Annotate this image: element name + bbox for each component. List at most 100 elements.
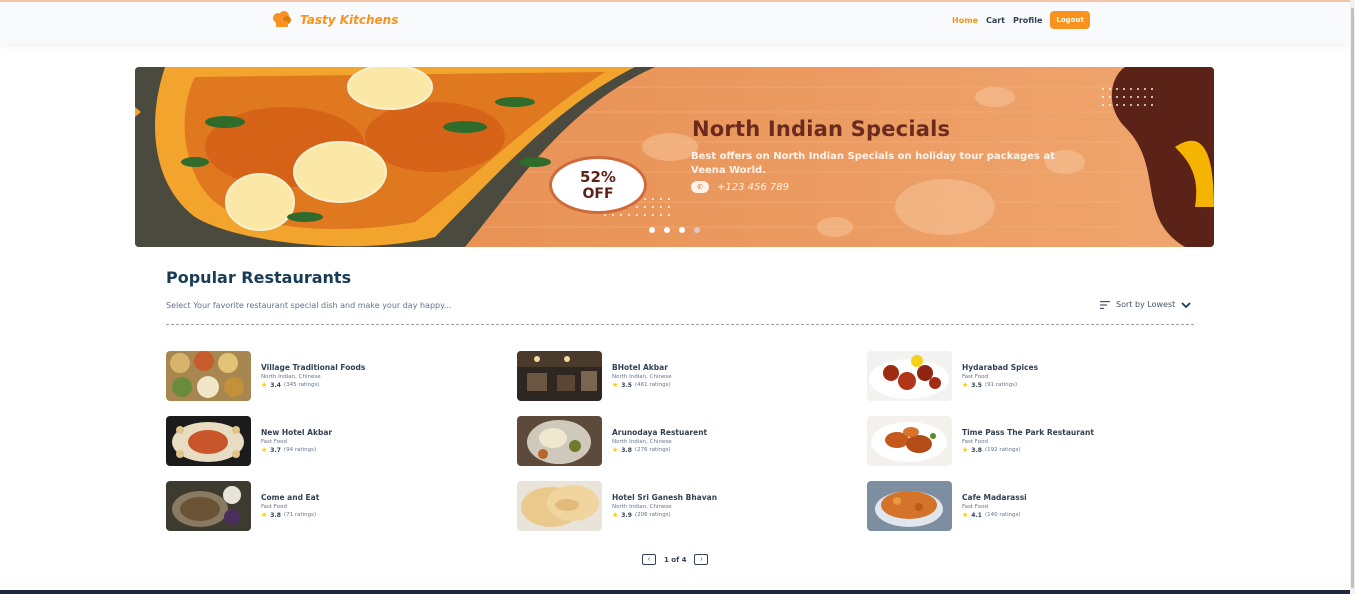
rating-value: 3.7 bbox=[270, 446, 281, 454]
banner-phone-number: +123 456 789 bbox=[717, 181, 789, 193]
restaurant-rating: ★ 4.1 (140 ratings) bbox=[962, 511, 1027, 519]
ratings-count: (276 ratings) bbox=[634, 447, 671, 453]
prev-page-button[interactable]: ‹ bbox=[642, 554, 656, 565]
pagination: ‹ 1 of 4 › bbox=[642, 554, 709, 565]
page-indicator: 1 of 4 bbox=[664, 555, 687, 564]
discount-label: OFF bbox=[582, 185, 614, 202]
rating-value: 3.9 bbox=[621, 511, 632, 519]
restaurant-card[interactable]: Cafe Madarassi Fast Food ★ 4.1 (140 rating… bbox=[867, 481, 1167, 531]
banner-phone: ✆ +123 456 789 bbox=[691, 181, 789, 193]
restaurant-card[interactable]: Hydarabad Spices Fast Food ★ 3.5 (91 ratin… bbox=[867, 351, 1167, 401]
restaurant-rating: ★ 3.7 (94 ratings) bbox=[261, 446, 332, 454]
banner-title: North Indian Specials bbox=[692, 117, 951, 141]
star-icon: ★ bbox=[261, 511, 268, 519]
restaurant-rating: ★ 3.9 (206 ratings) bbox=[612, 511, 717, 519]
restaurant-card[interactable]: Arunodaya Restuarent North Indian, Chine… bbox=[517, 416, 817, 466]
phone-icon: ✆ bbox=[691, 181, 709, 193]
star-icon: ★ bbox=[261, 381, 268, 389]
star-icon: ★ bbox=[261, 446, 268, 454]
restaurant-image bbox=[166, 481, 251, 531]
rating-value: 3.8 bbox=[621, 446, 632, 454]
restaurant-image bbox=[517, 481, 602, 531]
carousel-dot-3[interactable] bbox=[679, 227, 685, 233]
carousel-dot-2[interactable] bbox=[664, 227, 670, 233]
carousel-dots bbox=[649, 227, 700, 233]
ratings-count: (140 ratings) bbox=[984, 512, 1021, 518]
restaurant-cuisine: North Indian, Chinese bbox=[612, 374, 672, 380]
star-icon: ★ bbox=[612, 511, 619, 519]
restaurant-rating: ★ 3.8 (71 ratings) bbox=[261, 511, 319, 519]
banner-subtitle: Best offers on North Indian Specials on … bbox=[691, 151, 1055, 176]
rating-value: 3.8 bbox=[270, 511, 281, 519]
star-icon: ★ bbox=[962, 446, 969, 454]
restaurant-card[interactable]: Village Traditional Foods North Indian, … bbox=[166, 351, 466, 401]
ratings-count: (461 ratings) bbox=[634, 382, 671, 388]
carousel-dot-1[interactable] bbox=[649, 227, 655, 233]
star-icon: ★ bbox=[962, 381, 969, 389]
logout-button[interactable]: Logout bbox=[1050, 11, 1090, 29]
footer-edge bbox=[0, 590, 1355, 594]
rating-value: 3.4 bbox=[270, 381, 281, 389]
restaurant-name: New Hotel Akbar bbox=[261, 428, 333, 437]
scrollbar-thumb[interactable] bbox=[1351, 8, 1354, 588]
restaurant-card[interactable]: New Hotel Akbar Fast Food ★ 3.7 (94 rating… bbox=[166, 416, 466, 466]
restaurant-cuisine: Fast Food bbox=[962, 374, 988, 380]
restaurant-image bbox=[166, 416, 251, 466]
restaurant-rating: ★ 3.8 (276 ratings) bbox=[612, 446, 707, 454]
star-icon: ★ bbox=[612, 446, 619, 454]
brand[interactable]: Tasty Kitchens bbox=[272, 11, 398, 29]
restaurant-card[interactable]: Come and Eat Fast Food ★ 3.8 (71 ratings) bbox=[166, 481, 466, 531]
restaurant-name: BHotel Akbar bbox=[612, 363, 668, 372]
sort-dropdown[interactable]: Sort by Lowest bbox=[1100, 300, 1191, 309]
section-description: Select Your favorite restaurant special … bbox=[166, 301, 452, 310]
nav-cart-link[interactable]: Cart bbox=[986, 16, 1005, 25]
sort-icon bbox=[1100, 300, 1110, 309]
restaurant-rating: ★ 3.5 (91 ratings) bbox=[962, 381, 1038, 389]
restaurant-cuisine: North Indian, Chinese bbox=[261, 374, 321, 380]
restaurant-name: Village Traditional Foods bbox=[261, 363, 366, 372]
restaurant-image bbox=[166, 351, 251, 401]
restaurant-name: Hydarabad Spices bbox=[962, 363, 1039, 372]
scrollbar[interactable] bbox=[1350, 0, 1355, 594]
rating-value: 3.5 bbox=[621, 381, 632, 389]
rating-value: 3.5 bbox=[971, 381, 982, 389]
chef-hat-logo-icon bbox=[273, 11, 291, 27]
next-page-button[interactable]: › bbox=[694, 554, 709, 565]
offers-carousel[interactable]: 52% OFF North Indian Specials Best offer… bbox=[135, 67, 1214, 247]
nav-links: Home Cart Profile Logout bbox=[952, 11, 1090, 29]
chevron-left-icon: ‹ bbox=[647, 556, 651, 563]
restaurant-image bbox=[517, 416, 602, 466]
restaurant-name: Cafe Madarassi bbox=[962, 493, 1027, 502]
ratings-count: (345 ratings) bbox=[283, 382, 320, 388]
navbar: Tasty Kitchens Home Cart Profile Logout bbox=[0, 2, 1350, 44]
nav-home-link[interactable]: Home bbox=[952, 16, 978, 25]
restaurant-image bbox=[517, 351, 602, 401]
restaurant-rating: ★ 3.5 (461 ratings) bbox=[612, 381, 672, 389]
restaurant-name: Time Pass The Park Restaurant bbox=[962, 428, 1094, 437]
star-icon: ★ bbox=[962, 511, 969, 519]
restaurant-card[interactable]: BHotel Akbar North Indian, Chinese ★ 3.5(… bbox=[517, 351, 817, 401]
restaurant-name: Hotel Sri Ganesh Bhavan bbox=[612, 493, 718, 502]
chevron-right-icon: › bbox=[700, 556, 703, 563]
restaurant-cuisine: Fast Food bbox=[261, 439, 287, 445]
rating-value: 3.8 bbox=[971, 446, 982, 454]
restaurant-card[interactable]: Time Pass The Park Restaurant Fast Food … bbox=[867, 416, 1167, 466]
restaurant-cuisine: Fast Food bbox=[261, 504, 287, 510]
rating-value: 4.1 bbox=[971, 511, 982, 519]
ratings-count: (206 ratings) bbox=[634, 512, 671, 518]
carousel-dot-4[interactable] bbox=[694, 227, 700, 233]
restaurant-cuisine: North Indian, Chinese bbox=[612, 504, 672, 510]
discount-badge: 52% OFF bbox=[552, 159, 644, 211]
chevron-down-icon bbox=[1181, 301, 1191, 308]
restaurant-image bbox=[867, 481, 952, 531]
restaurant-card[interactable]: Hotel Sri Ganesh Bhavan North Indian, Ch… bbox=[517, 481, 817, 531]
restaurant-cuisine: Fast Food bbox=[962, 504, 988, 510]
restaurant-cuisine: North Indian, Chinese bbox=[612, 439, 672, 445]
section-divider bbox=[166, 324, 1194, 325]
nav-profile-link[interactable]: Profile bbox=[1013, 16, 1042, 25]
brand-name: Tasty Kitchens bbox=[300, 13, 399, 27]
ratings-count: (71 ratings) bbox=[283, 512, 317, 518]
star-icon: ★ bbox=[612, 381, 619, 389]
restaurant-image bbox=[867, 351, 952, 401]
ratings-count: (91 ratings) bbox=[984, 382, 1018, 388]
